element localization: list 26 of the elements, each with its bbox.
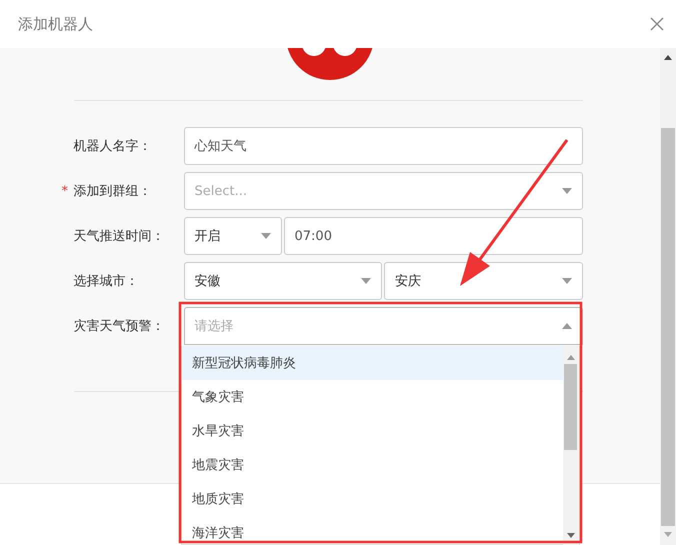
scrollbar[interactable]: [660, 48, 676, 545]
select-field[interactable]: 安庆: [384, 262, 582, 300]
caret-icon: [260, 233, 270, 239]
text-field[interactable]: 心知天气: [184, 127, 582, 165]
dropdown-option[interactable]: 新型冠状病毒肺炎: [182, 346, 563, 380]
field-label: 灾害天气预警：: [74, 318, 164, 335]
field-label: 选择城市：: [74, 273, 138, 290]
dropdown-option[interactable]: 地震灾害: [182, 448, 563, 482]
caret-icon: [562, 188, 572, 194]
select-field[interactable]: 安徽: [184, 262, 382, 300]
scrollbar[interactable]: [563, 346, 579, 545]
close-icon[interactable]: [650, 17, 664, 31]
text-field[interactable]: 07:00: [284, 217, 582, 255]
dropdown-option[interactable]: 海洋灾害: [182, 516, 563, 545]
dialog-title: 添加机器人: [18, 14, 93, 34]
dropdown-option[interactable]: 气象灾害: [182, 380, 563, 414]
field-label: 添加到群组：: [74, 183, 152, 200]
select-field[interactable]: 开启: [184, 217, 282, 255]
dropdown-option[interactable]: 水旱灾害: [182, 414, 563, 448]
field-label: 机器人名字：: [74, 138, 152, 155]
caret-icon: [562, 278, 572, 284]
field-label: 天气推送时间：: [74, 228, 164, 245]
caret-icon: [361, 278, 371, 284]
dropdown-option[interactable]: 地质灾害: [182, 482, 563, 516]
required-marker: *: [62, 184, 68, 198]
caret-icon: [562, 323, 572, 329]
